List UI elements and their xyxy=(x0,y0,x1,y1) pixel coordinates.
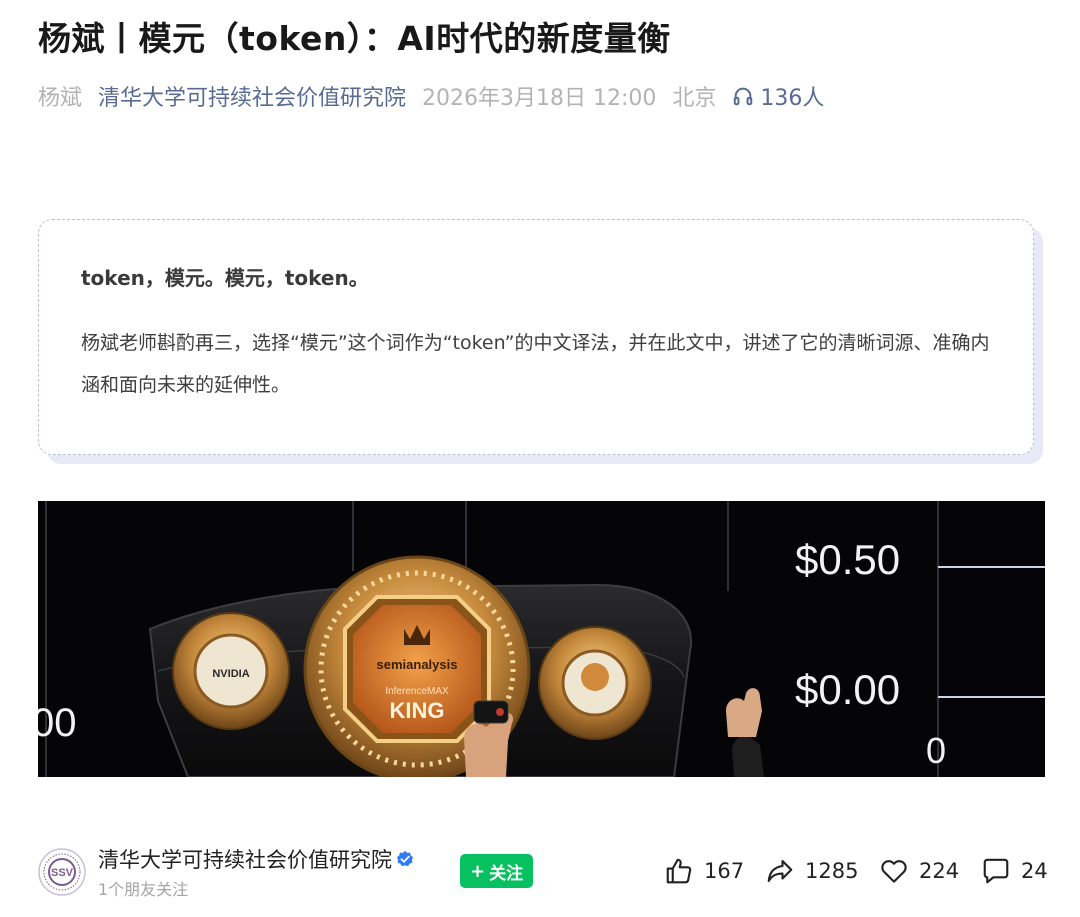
verified-icon xyxy=(396,850,414,867)
article-footer: SSV 清华大学可持续社会价值研究院 1个朋友关注 + 关注 167 1285 … xyxy=(0,830,1080,917)
follow-button[interactable]: + 关注 xyxy=(460,854,534,888)
heart-icon xyxy=(881,860,907,883)
article-title: 杨斌丨模元（token）：AI时代的新度量衡 xyxy=(38,19,671,58)
axis-label-left: 00 xyxy=(38,701,77,745)
plate-title: KING xyxy=(390,698,445,723)
summary-body: 杨斌老师斟酌再三，选择“模元”这个词作为“token”的中文译法，并在此文中，讲… xyxy=(81,332,990,396)
comment-icon xyxy=(983,858,1009,884)
share-button[interactable]: 1285 xyxy=(765,852,858,890)
listen-count: 136人 xyxy=(760,86,825,111)
plate-brand: semianalysis xyxy=(377,657,458,672)
publish-time: 2026年3月18日 12:00 xyxy=(422,86,657,111)
account-name[interactable]: 清华大学可持续社会价值研究院 xyxy=(98,844,414,874)
publish-location: 北京 xyxy=(672,86,717,111)
listen-button[interactable]: 136人 xyxy=(732,80,824,112)
avatar-text: SSV xyxy=(51,867,74,879)
favorite-button[interactable]: 224 xyxy=(879,852,959,890)
like-count: 167 xyxy=(704,859,745,883)
thumbs-up-icon xyxy=(666,858,692,884)
like-button[interactable]: 167 xyxy=(664,852,744,890)
headphones-icon xyxy=(734,87,753,106)
comment-count: 24 xyxy=(1021,859,1048,883)
favorite-count: 224 xyxy=(919,859,960,883)
article-meta: 杨斌 清华大学可持续社会价值研究院 2026年3月18日 12:00 北京 13… xyxy=(38,76,840,116)
summary-heading: token，模元。模元，token。 xyxy=(81,266,369,290)
follow-label: 关注 xyxy=(489,863,524,884)
hero-image[interactable]: $0.50 $0.00 00 0 NVIDIA semianalysis Inf… xyxy=(38,501,1045,777)
comment-button[interactable]: 24 xyxy=(981,852,1048,890)
plate-subtitle: InferenceMAX xyxy=(385,686,449,697)
friends-following: 1个朋友关注 xyxy=(98,880,189,899)
account-avatar[interactable]: SSV xyxy=(38,848,86,896)
share-icon xyxy=(767,859,793,883)
account-name-text: 清华大学可持续社会价值研究院 xyxy=(98,848,392,872)
price-label-high: $0.50 xyxy=(795,536,900,583)
summary-card: token，模元。模元，token。 杨斌老师斟酌再三，选择“模元”这个词作为“… xyxy=(38,219,1034,455)
plus-icon: + xyxy=(470,860,486,882)
account-link[interactable]: 清华大学可持续社会价值研究院 xyxy=(98,80,406,112)
author-name: 杨斌 xyxy=(38,86,83,111)
axis-label-right: 0 xyxy=(926,730,946,771)
share-count: 1285 xyxy=(805,859,859,883)
price-label-low: $0.00 xyxy=(795,666,900,713)
left-medal-label: NVIDIA xyxy=(212,668,249,680)
